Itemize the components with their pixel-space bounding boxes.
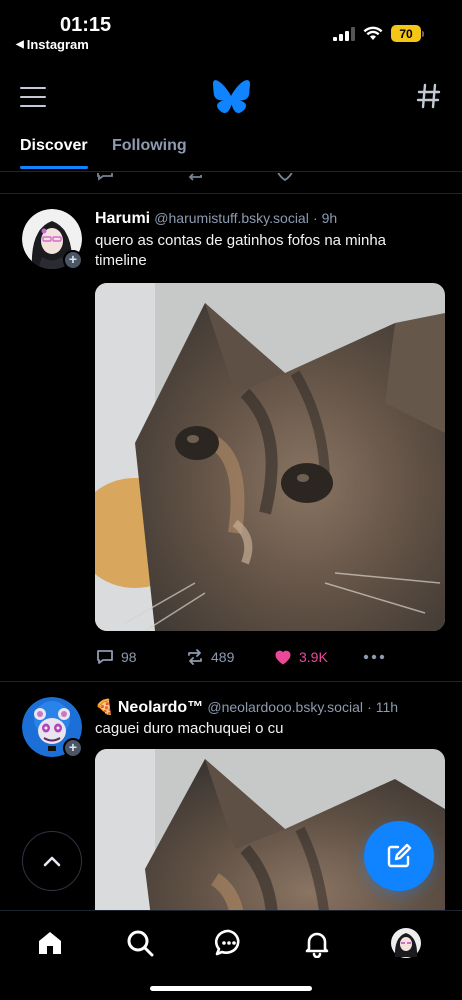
follow-plus-icon[interactable]: + xyxy=(63,738,83,758)
author-emoji: 🍕 xyxy=(95,699,114,716)
nav-home[interactable] xyxy=(34,927,66,959)
chevron-up-icon xyxy=(43,856,61,867)
like-icon[interactable] xyxy=(275,173,295,183)
reply-button[interactable]: 98 xyxy=(95,647,137,667)
like-count: 3.9K xyxy=(299,649,328,665)
home-indicator xyxy=(150,986,312,991)
nav-profile[interactable] xyxy=(390,927,422,959)
home-icon xyxy=(39,932,61,954)
post-age: 11h xyxy=(375,699,399,715)
repost-icon xyxy=(188,649,202,665)
tab-following[interactable]: Following xyxy=(112,137,187,155)
tab-discover[interactable]: Discover xyxy=(20,137,88,155)
reply-count: 98 xyxy=(121,649,137,665)
post-divider xyxy=(0,681,462,682)
battery-indicator: 70 xyxy=(391,25,424,42)
more-dots-icon xyxy=(363,654,385,660)
post-handle[interactable]: @harumistuff.bsky.social xyxy=(154,210,309,226)
chat-icon xyxy=(214,929,240,956)
status-bar: 01:15 ◀ Instagram 70 xyxy=(0,0,462,58)
feed[interactable]: + Harumi @harumistuff.bsky.social · 9h q… xyxy=(0,173,462,910)
reply-icon[interactable] xyxy=(95,173,115,183)
post-author[interactable]: Harumi xyxy=(95,210,150,227)
bell-icon xyxy=(305,932,329,958)
profile-avatar xyxy=(391,928,421,958)
repost-count: 489 xyxy=(211,649,235,665)
compose-icon xyxy=(387,843,412,868)
post-author[interactable]: Neolardo™ xyxy=(118,699,203,716)
nav-notifications[interactable] xyxy=(301,927,333,959)
post-actions: 98 489 3.9K xyxy=(95,647,395,671)
back-to-app-link[interactable]: ◀ Instagram xyxy=(16,37,89,52)
repost-button[interactable]: 489 xyxy=(185,647,234,667)
post-meta: 🍕 Neolardo™ @neolardooo.bsky.social · 11… xyxy=(95,699,399,716)
heart-filled-icon xyxy=(275,650,291,665)
post-text: caguei duro machuquei o cu xyxy=(95,720,284,737)
post-harumi[interactable]: + Harumi @harumistuff.bsky.social · 9h q… xyxy=(0,209,462,681)
post-text: quero as contas de gatinhos fofos na min… xyxy=(95,232,387,269)
follow-plus-icon[interactable]: + xyxy=(63,250,83,270)
menu-icon[interactable] xyxy=(20,84,46,110)
app-header xyxy=(0,74,462,122)
post-image[interactable] xyxy=(95,283,445,631)
back-triangle-icon: ◀ xyxy=(16,39,24,50)
post-handle[interactable]: @neolardooo.bsky.social xyxy=(207,699,363,715)
previous-post-actions xyxy=(95,173,425,193)
repost-icon[interactable] xyxy=(185,173,205,183)
search-icon xyxy=(127,930,154,957)
reply-icon xyxy=(97,650,113,664)
bottom-navigation xyxy=(0,910,462,1000)
compose-button[interactable] xyxy=(364,821,434,891)
scroll-to-top-button[interactable] xyxy=(22,831,82,891)
hashtag-icon[interactable] xyxy=(416,82,442,110)
post-age: 9h xyxy=(321,210,338,226)
back-app-label: Instagram xyxy=(26,37,89,52)
status-time: 01:15 xyxy=(60,14,112,36)
active-tab-indicator xyxy=(20,166,88,169)
status-icons: 70 xyxy=(333,25,424,42)
more-options-button[interactable] xyxy=(363,645,385,669)
nav-chat[interactable] xyxy=(213,927,245,959)
post-meta: Harumi @harumistuff.bsky.social · 9h xyxy=(95,210,338,227)
feed-tabs: Discover Following xyxy=(0,132,462,172)
battery-level: 70 xyxy=(391,25,421,42)
post-divider xyxy=(0,193,462,194)
butterfly-logo-icon[interactable] xyxy=(212,80,250,114)
signal-icon xyxy=(333,26,355,41)
like-button[interactable]: 3.9K xyxy=(273,647,328,667)
wifi-icon xyxy=(363,26,383,40)
nav-search[interactable] xyxy=(124,927,156,959)
